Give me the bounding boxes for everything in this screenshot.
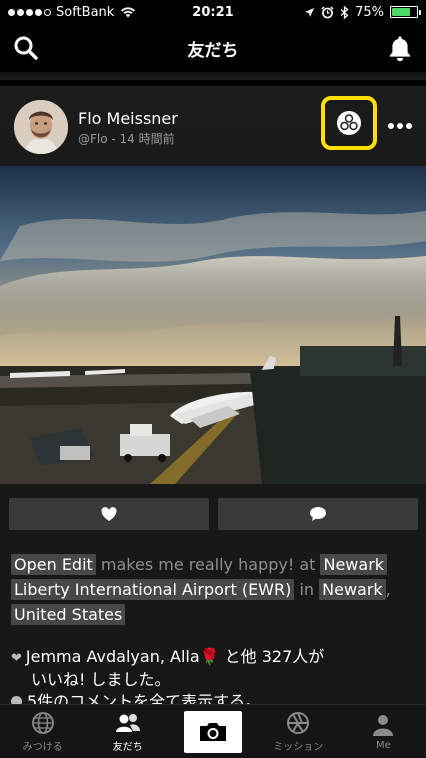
caption-text: , [385, 580, 391, 599]
tag-city[interactable]: Newark [319, 579, 386, 600]
more-options-button[interactable] [388, 114, 414, 138]
tab-label: みつける [22, 741, 63, 753]
tag-location-cont[interactable]: Liberty International Airport (EWR) [11, 579, 295, 600]
tab-missions[interactable]: ミッション [256, 705, 341, 758]
likes-line: いいね! しました。 [31, 670, 171, 689]
post-card: Flo Meissner @Flo - 14 時間前 Open Edit mak… [0, 86, 426, 711]
likes-summary[interactable]: ❤ Jemma Avdalyan, Alla🌹 と他 327人が いいね! しまし… [11, 646, 416, 690]
tag-location[interactable]: Newark [320, 554, 388, 575]
tab-label: ミッション [273, 741, 324, 753]
friends-icon [115, 713, 140, 732]
like-button[interactable] [9, 498, 209, 530]
person-icon [373, 714, 394, 736]
tag-open-edit[interactable]: Open Edit [11, 554, 96, 575]
tab-bar: みつける 友だち ミッション Me [0, 704, 426, 758]
camera-icon [200, 722, 226, 741]
page-title: 友だち [187, 40, 239, 61]
tab-label: Me [376, 739, 391, 751]
heart-icon: ❤ [11, 651, 22, 666]
comment-icon [310, 507, 326, 521]
post-caption: Open Edit makes me really happy! at Newa… [11, 552, 416, 627]
wifi-icon [121, 7, 136, 18]
signal-strength [8, 8, 51, 16]
likes-line: Jemma Avdalyan, Alla🌹 と他 327人が [25, 647, 325, 666]
user-handle-time: @Flo - 14 時間前 [78, 132, 175, 146]
camera-button[interactable] [184, 710, 242, 753]
open-edit-badge-button[interactable] [321, 96, 377, 150]
heart-icon [101, 507, 117, 521]
post-actions [9, 498, 418, 530]
caption-text: in [294, 580, 320, 599]
open-edit-icon [337, 111, 361, 135]
tab-me[interactable]: Me [341, 705, 426, 758]
tab-discover[interactable]: みつける [0, 705, 85, 758]
aperture-icon [287, 711, 310, 734]
globe-icon [31, 711, 54, 734]
tab-friends[interactable]: 友だち [85, 705, 170, 758]
carrier-label: SoftBank [56, 4, 115, 20]
search-icon[interactable] [12, 34, 40, 62]
location-arrow-icon [305, 7, 315, 17]
battery-icon [390, 6, 421, 18]
navigation-bar: 友だち [0, 24, 426, 72]
comment-button[interactable] [218, 498, 418, 530]
status-bar: SoftBank 20:21 75% [0, 0, 426, 24]
bluetooth-icon [340, 5, 349, 19]
header-divider [0, 72, 426, 80]
battery-percent: 75% [355, 4, 384, 20]
tag-country[interactable]: United States [11, 604, 126, 625]
post-header: Flo Meissner @Flo - 14 時間前 [0, 86, 426, 166]
alarm-icon [321, 5, 334, 18]
tab-label: 友だち [112, 741, 143, 753]
user-name[interactable]: Flo Meissner [78, 109, 178, 128]
tab-camera[interactable] [170, 705, 255, 758]
bell-icon[interactable] [386, 34, 414, 62]
post-photo[interactable] [0, 166, 426, 484]
caption-text: makes me really happy! at [95, 555, 321, 574]
avatar[interactable] [14, 100, 68, 154]
